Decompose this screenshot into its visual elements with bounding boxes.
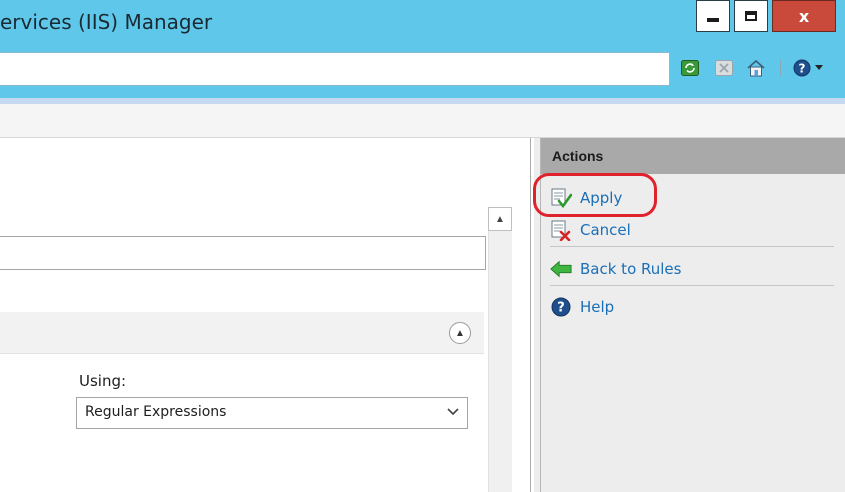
actions-header: Actions <box>541 138 845 174</box>
using-selected-value: Regular Expressions <box>85 404 227 420</box>
using-label: Using: <box>79 372 127 390</box>
back-to-rules-label: Back to Rules <box>580 260 682 278</box>
match-url-group-header[interactable] <box>0 312 484 354</box>
address-toolbar: ? <box>0 46 845 98</box>
title-bar: ervices (IIS) Manager x <box>0 0 845 46</box>
minimize-button[interactable] <box>696 0 730 32</box>
help-icon[interactable]: ? <box>792 58 812 78</box>
apply-highlight-annotation <box>533 173 657 217</box>
back-to-rules-action[interactable]: Back to Rules <box>550 255 681 283</box>
help-action[interactable]: ? Help <box>550 293 614 321</box>
minimize-icon <box>707 18 719 22</box>
cancel-label: Cancel <box>580 221 631 239</box>
home-icon[interactable] <box>746 58 766 78</box>
window-title: ervices (IIS) Manager <box>0 10 213 34</box>
back-arrow-icon <box>550 258 572 280</box>
maximize-button[interactable] <box>734 0 768 32</box>
scroll-up-arrow-icon[interactable]: ▲ <box>488 207 512 231</box>
svg-text:?: ? <box>557 301 565 316</box>
stop-icon[interactable] <box>714 58 734 78</box>
toolbar-separator <box>780 60 781 76</box>
cancel-action[interactable]: Cancel <box>550 216 631 244</box>
actions-title: Actions <box>552 148 604 164</box>
address-bar[interactable] <box>0 52 670 86</box>
refresh-icon[interactable] <box>680 58 700 78</box>
close-button[interactable]: x <box>772 0 836 32</box>
close-icon: x <box>798 6 810 26</box>
maximize-icon <box>745 11 757 21</box>
vertical-scrollbar[interactable] <box>488 231 512 492</box>
actions-separator <box>550 246 834 247</box>
svg-text:?: ? <box>799 62 806 76</box>
using-select[interactable]: Regular Expressions <box>76 397 468 429</box>
actions-separator <box>550 285 834 286</box>
cancel-icon <box>550 219 572 241</box>
pattern-input[interactable] <box>0 236 486 270</box>
menu-strip <box>0 104 845 138</box>
chevron-up-icon[interactable]: ▲ <box>449 322 471 344</box>
chevron-down-icon[interactable] <box>812 58 826 78</box>
help-label: Help <box>580 298 615 316</box>
chevron-down-icon <box>447 404 459 419</box>
help-icon: ? <box>550 296 572 318</box>
